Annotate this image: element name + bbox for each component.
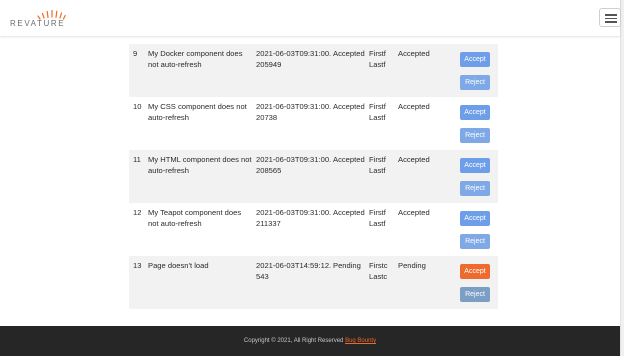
ticket-date: 2021-06-03T09:31:00.20738 xyxy=(256,102,332,122)
ticket-status: Pending xyxy=(333,261,361,270)
page: REVATURE 9 My Docker component does not a… xyxy=(0,0,624,356)
ticket-status: Accepted xyxy=(333,155,365,164)
ticket-date: 2021-06-03T14:59:12.543 xyxy=(256,261,332,281)
ticket-title: Page doesn't load xyxy=(148,261,209,270)
revature-logo[interactable]: REVATURE xyxy=(10,8,66,30)
ticket-user: Firstf Lastf xyxy=(369,49,386,69)
ticket-user: Firstc Lastc xyxy=(369,261,388,281)
footer-bug-bounty-link[interactable]: Bug Bounty xyxy=(345,338,376,344)
ticket-id: 13 xyxy=(133,261,142,270)
ticket-user: Firstf Lastf xyxy=(369,155,386,175)
table-row: 12 My Teapot component does not auto-refr… xyxy=(129,203,498,256)
ticket-title: My Docker component does not auto-refres… xyxy=(148,49,243,69)
ticket-date: 2021-06-03T09:31:00.211337 xyxy=(256,208,332,228)
ticket-resolution: Accepted xyxy=(398,155,430,164)
table-row: 10 My CSS component does not auto-refresh… xyxy=(129,97,498,150)
table-row: 11 My HTML component does not auto-refres… xyxy=(129,150,498,203)
footer-copyright: Copyright © 2021, All Right Reserved xyxy=(243,338,344,344)
ticket-status: Accepted xyxy=(333,49,365,58)
accept-button[interactable]: Accept xyxy=(460,211,490,226)
ticket-title: My CSS component does not auto-refresh xyxy=(148,102,247,122)
ticket-date: 2021-06-03T09:31:00.208565 xyxy=(256,155,332,175)
top-navbar: REVATURE xyxy=(0,0,621,36)
table-row: 9 My Docker component does not auto-refre… xyxy=(129,44,498,97)
navbar-toggle-button[interactable] xyxy=(599,8,621,27)
accept-button[interactable]: Accept xyxy=(460,264,490,279)
reject-button[interactable]: Reject xyxy=(460,234,490,249)
ticket-user: Firstf Lastf xyxy=(369,208,386,228)
accept-button[interactable]: Accept xyxy=(460,105,490,120)
ticket-id: 12 xyxy=(133,208,142,217)
footer: Copyright © 2021, All Right Reserved Bug… xyxy=(0,326,620,356)
table-row: 13 Page doesn't load 2021-06-03T14:59:12.5… xyxy=(129,256,498,309)
window-scrollbar[interactable] xyxy=(620,0,624,356)
ticket-resolution: Accepted xyxy=(398,49,430,58)
ticket-id: 11 xyxy=(133,155,141,164)
accept-button[interactable]: Accept xyxy=(460,158,490,173)
ticket-date: 2021-06-03T09:31:00.205949 xyxy=(256,49,332,69)
accept-button[interactable]: Accept xyxy=(460,52,490,67)
ticket-title: My Teapot component does not auto-refres… xyxy=(148,208,242,228)
ticket-resolution: Accepted xyxy=(398,102,430,111)
ticket-title: My HTML component does not auto-refresh xyxy=(148,155,252,175)
ticket-status: Accepted xyxy=(333,102,365,111)
ticket-resolution: Accepted xyxy=(398,208,430,217)
ticket-id: 9 xyxy=(133,49,138,58)
hamburger-menu-icon xyxy=(605,14,617,16)
ticket-status: Accepted xyxy=(333,208,365,217)
tickets-table: 9 My Docker component does not auto-refre… xyxy=(129,44,498,309)
reject-button[interactable]: Reject xyxy=(460,181,490,196)
ticket-user: Firstf Lastf xyxy=(369,102,386,122)
brand-name: REVATURE xyxy=(10,19,66,28)
reject-button[interactable]: Reject xyxy=(460,75,490,90)
reject-button[interactable]: Reject xyxy=(460,128,490,143)
reject-button[interactable]: Reject xyxy=(460,287,490,302)
ticket-resolution: Pending xyxy=(398,261,426,270)
ticket-id: 10 xyxy=(133,102,142,111)
